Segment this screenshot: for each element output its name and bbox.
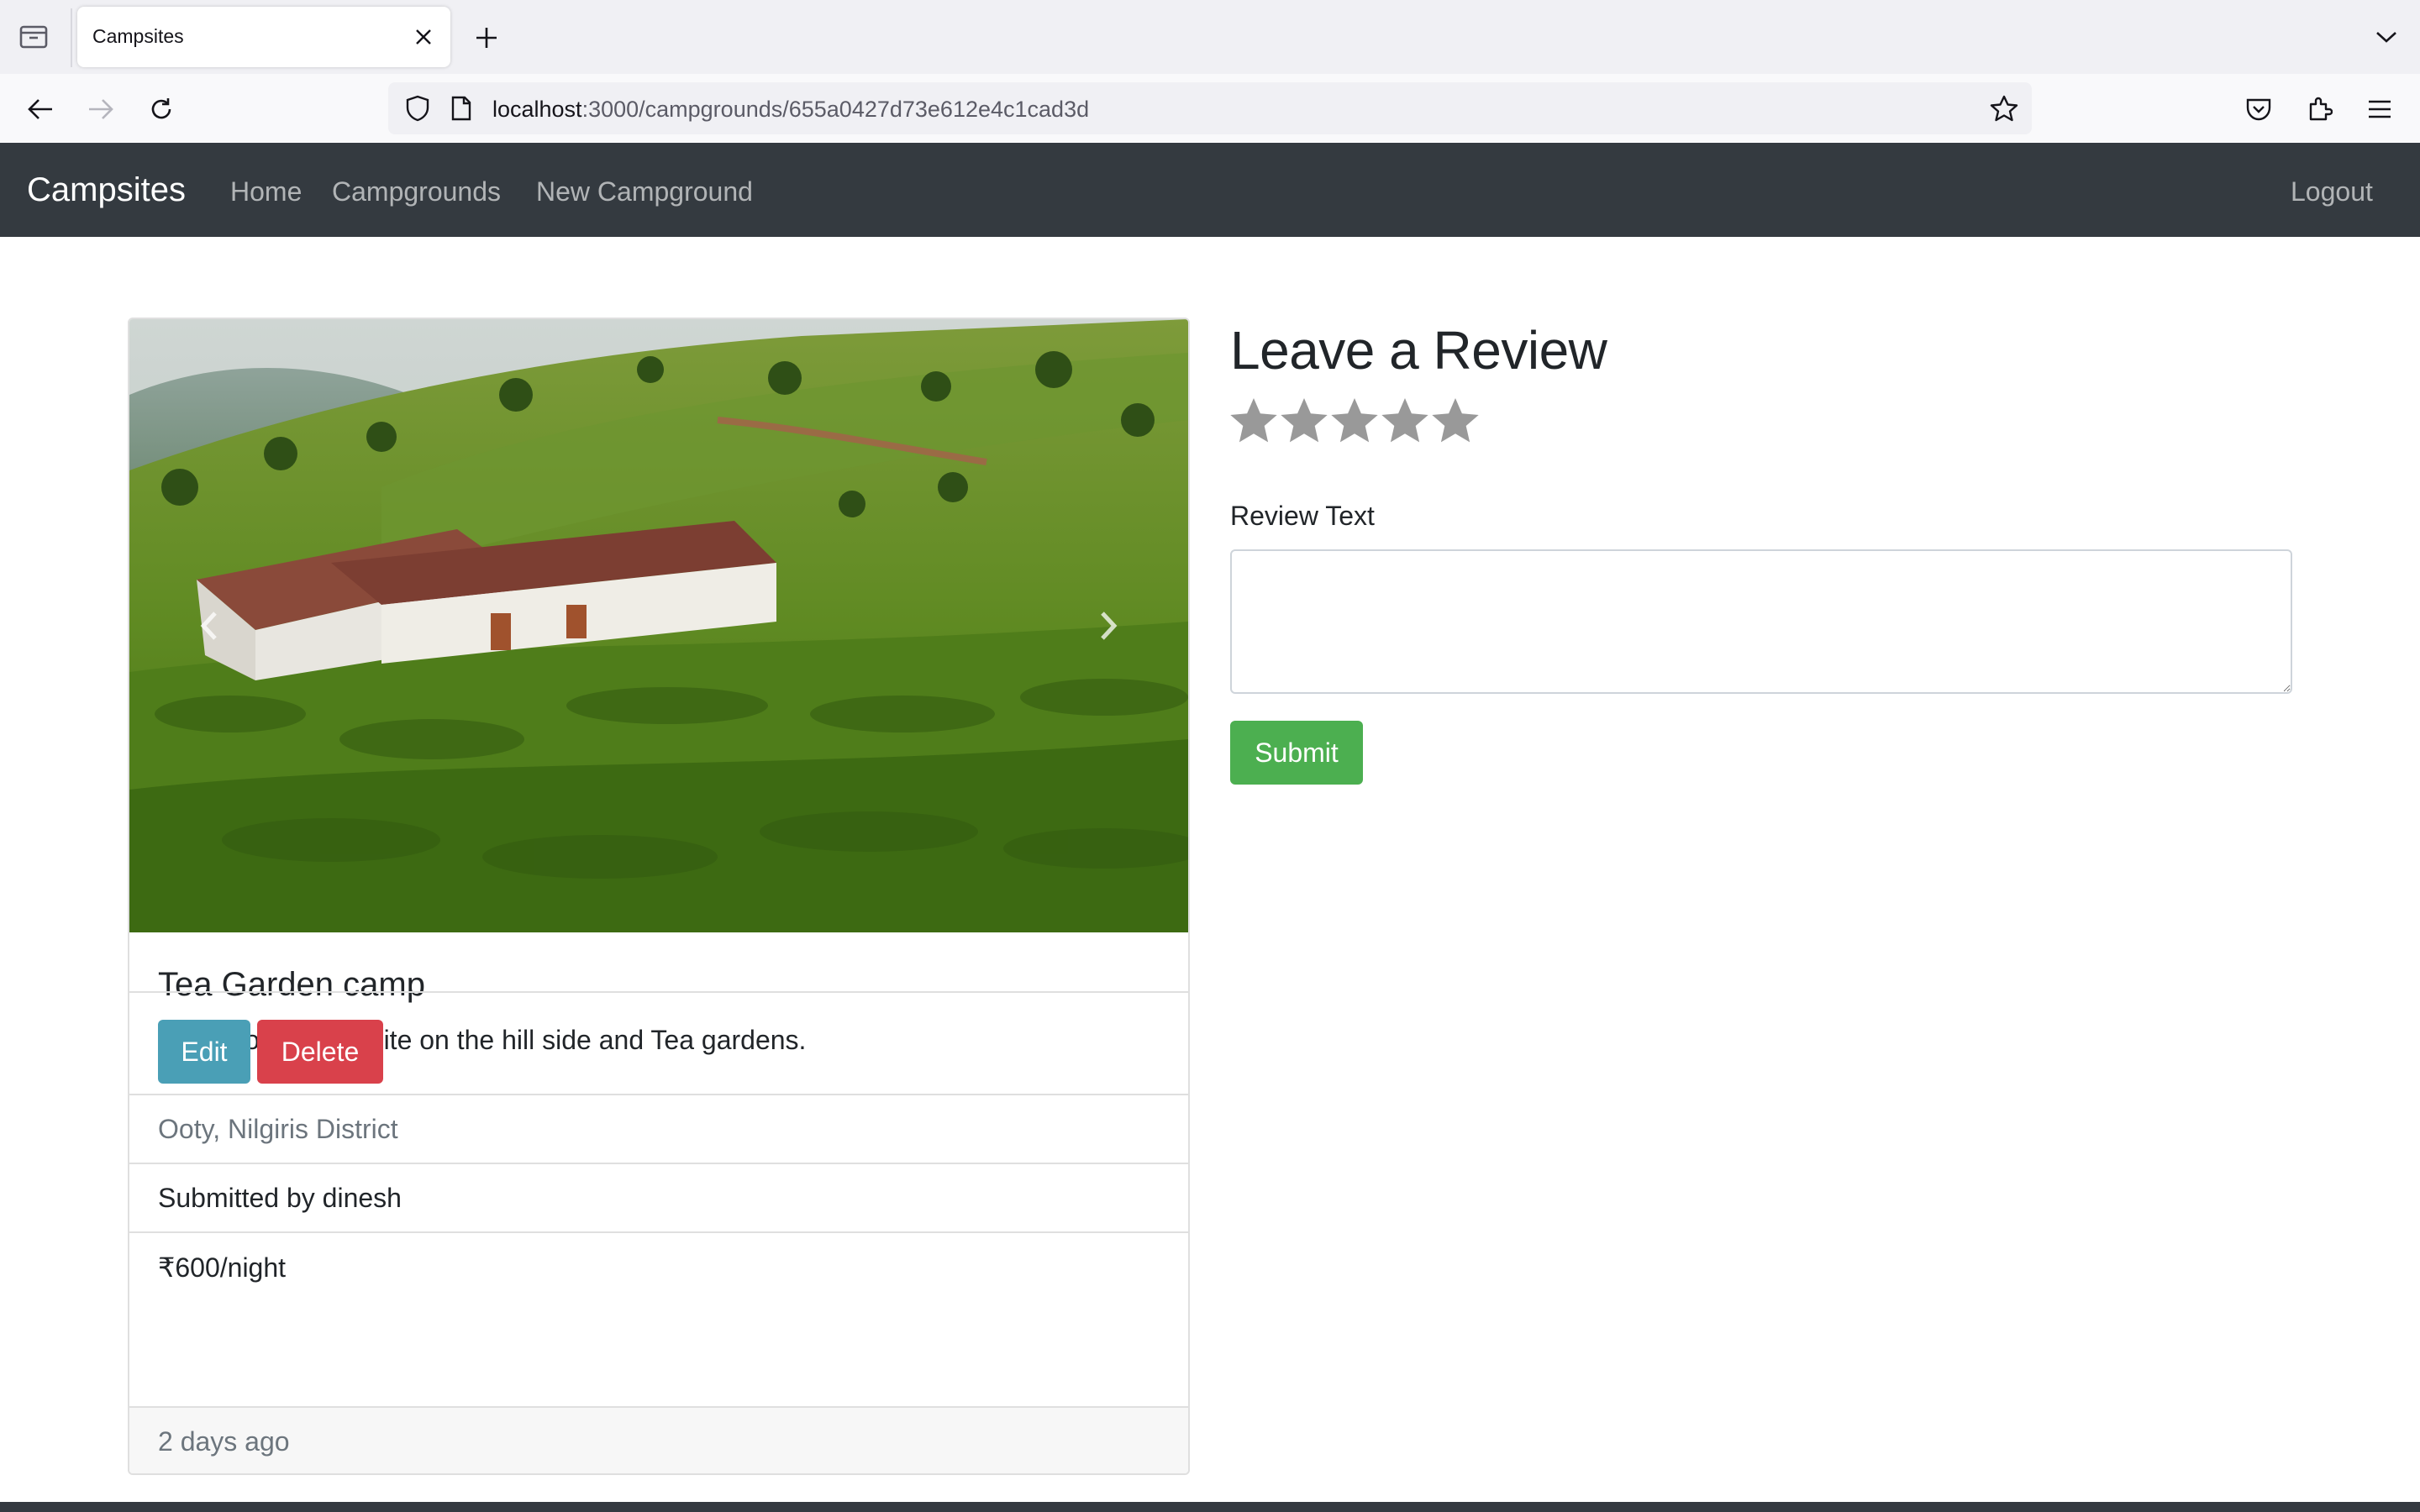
tab-title: Campsites: [92, 25, 184, 47]
star-rating[interactable]: [1228, 393, 1481, 449]
image-carousel: [129, 319, 1188, 932]
browser-tab-bar: Campsites: [0, 0, 2420, 74]
star-1-icon[interactable]: [1228, 393, 1279, 449]
star-4-icon[interactable]: [1380, 393, 1430, 449]
reload-icon[interactable]: [143, 91, 180, 128]
review-text-label: Review Text: [1230, 501, 1375, 531]
browser-toolbar: localhost:3000/campgrounds/655a0427d73e6…: [0, 74, 2420, 143]
footer-bar: [0, 1502, 2420, 1512]
chevron-down-icon[interactable]: [2371, 22, 2402, 52]
tab-list-icon[interactable]: [17, 22, 50, 52]
star-3-icon[interactable]: [1329, 393, 1380, 449]
carousel-next-icon[interactable]: [1071, 588, 1146, 664]
campground-card: Tea Garden camp A awesome campsite on th…: [128, 318, 1190, 1475]
pocket-icon[interactable]: [2240, 91, 2277, 128]
edit-button[interactable]: Edit: [158, 1020, 250, 1084]
nav-link-campgrounds[interactable]: Campgrounds: [332, 176, 501, 207]
campground-photo: [129, 319, 1188, 932]
card-actions: Edit Delete: [129, 991, 1188, 1110]
shield-icon[interactable]: [403, 94, 432, 123]
card-footer: 2 days ago: [129, 1406, 1188, 1473]
hamburger-menu-icon[interactable]: [2361, 91, 2398, 128]
tab-separator: [71, 8, 72, 67]
url-bar[interactable]: localhost:3000/campgrounds/655a0427d73e6…: [388, 82, 2032, 134]
campground-location: Ooty, Nilgiris District: [158, 1114, 398, 1144]
review-heading: Leave a Review: [1230, 320, 1607, 381]
star-2-icon[interactable]: [1279, 393, 1329, 449]
carousel-prev-icon[interactable]: [171, 588, 247, 664]
close-icon[interactable]: [408, 22, 439, 52]
back-arrow-icon[interactable]: [22, 91, 59, 128]
list-item-price: ₹600/night: [129, 1231, 1188, 1300]
nav-link-home[interactable]: Home: [230, 176, 302, 207]
browser-tab[interactable]: Campsites: [77, 7, 450, 67]
url-path: :3000/campgrounds/655a0427d73e612e4c1cad…: [581, 97, 1090, 122]
review-text-input[interactable]: [1230, 549, 2292, 694]
url-text[interactable]: localhost:3000/campgrounds/655a0427d73e6…: [492, 97, 1089, 123]
campground-price: ₹600/night: [158, 1252, 287, 1283]
extensions-icon[interactable]: [2301, 91, 2338, 128]
url-host: localhost: [492, 97, 582, 122]
new-tab-plus-icon[interactable]: [469, 20, 504, 55]
delete-button[interactable]: Delete: [257, 1020, 383, 1084]
navbar-brand[interactable]: Campsites: [27, 171, 186, 209]
posted-time: 2 days ago: [158, 1426, 290, 1457]
page-icon[interactable]: [447, 94, 476, 123]
bookmark-star-icon[interactable]: [1988, 92, 2020, 124]
list-item-author: Submitted by dinesh: [129, 1163, 1188, 1231]
site-navbar: Campsites Home Campgrounds New Campgroun…: [0, 143, 2420, 237]
forward-arrow-icon[interactable]: [82, 91, 119, 128]
star-5-icon[interactable]: [1430, 393, 1481, 449]
nav-link-new-campground[interactable]: New Campground: [536, 176, 753, 207]
submitted-by: Submitted by dinesh: [158, 1183, 402, 1213]
submit-button[interactable]: Submit: [1230, 721, 1363, 785]
nav-link-logout[interactable]: Logout: [2291, 176, 2373, 207]
